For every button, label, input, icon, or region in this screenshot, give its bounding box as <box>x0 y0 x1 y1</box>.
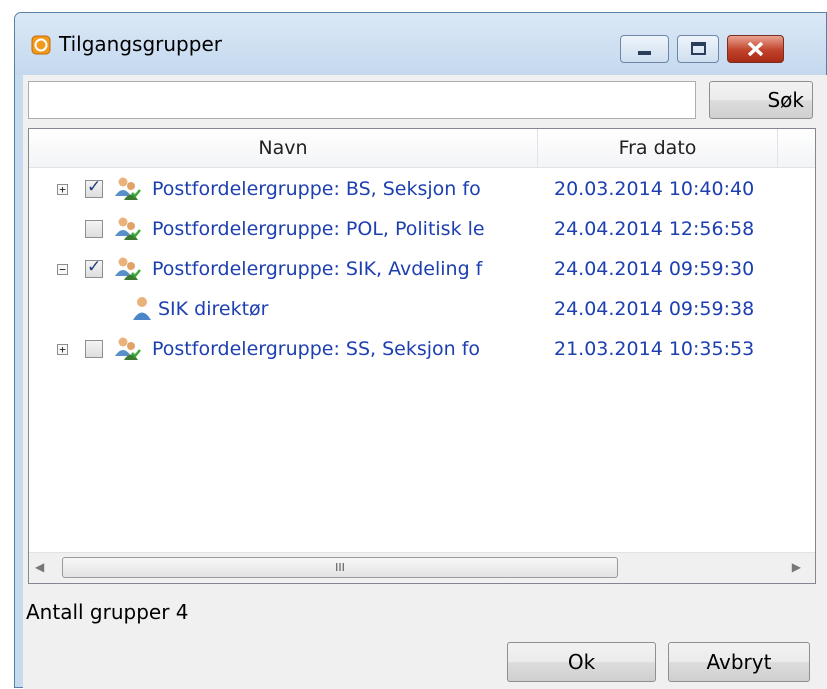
list-header: Navn Fra dato <box>29 129 815 168</box>
collapse-icon[interactable]: − <box>57 264 68 275</box>
tree-row[interactable]: Postfordelergruppe: POL, Politisk le 24.… <box>29 211 815 251</box>
row-date: 24.04.2014 12:56:58 <box>554 218 755 240</box>
dialog-content: Søk Navn Fra dato + ✓ Postfordelergruppe… <box>23 75 827 689</box>
row-checkbox[interactable] <box>85 340 103 358</box>
group-icon <box>115 337 141 360</box>
cancel-button[interactable]: Avbryt <box>668 642 810 682</box>
row-name: Postfordelergruppe: BS, Seksjon fo <box>152 178 481 200</box>
group-icon <box>115 257 141 280</box>
checkmark-icon: ✓ <box>87 257 102 277</box>
tree-row[interactable]: SIK direktør 24.04.2014 09:59:38 <box>29 291 815 331</box>
scroll-left-icon[interactable]: ◀ <box>35 560 44 574</box>
row-date: 24.04.2014 09:59:30 <box>554 258 755 280</box>
row-checkbox[interactable] <box>85 220 103 238</box>
tree-row[interactable]: − ✓ Postfordelergruppe: SIK, Avdeling f … <box>29 251 815 291</box>
app-icon <box>31 35 51 55</box>
row-name: Postfordelergruppe: POL, Politisk le <box>152 218 485 240</box>
window-title: Tilgangsgrupper <box>59 32 222 56</box>
scrollbar-thumb[interactable]: III <box>62 557 618 578</box>
scroll-right-icon[interactable]: ▶ <box>792 560 801 574</box>
close-icon <box>747 41 764 57</box>
minimize-button[interactable] <box>620 35 669 63</box>
column-header-date[interactable]: Fra dato <box>538 129 778 167</box>
row-checkbox[interactable]: ✓ <box>85 177 103 198</box>
checkmark-icon: ✓ <box>87 177 102 197</box>
title-bar: Tilgangsgrupper <box>15 13 826 75</box>
search-button[interactable]: Søk <box>709 81 813 119</box>
ok-button[interactable]: Ok <box>507 642 656 682</box>
horizontal-scrollbar[interactable]: ◀ III ▶ <box>29 552 815 583</box>
tree-row[interactable]: + ✓ Postfordelergruppe: BS, Seksjon fo 2… <box>29 171 815 211</box>
row-checkbox[interactable]: ✓ <box>85 257 103 278</box>
expand-icon[interactable]: + <box>57 184 68 195</box>
group-icon <box>115 177 141 200</box>
dialog-window: Tilgangsgrupper Søk Navn Fra dato + ✓ Po… <box>14 12 827 689</box>
group-tree-list[interactable]: Navn Fra dato + ✓ Postfordelergruppe: BS… <box>28 128 816 584</box>
row-name: SIK direktør <box>158 298 269 320</box>
column-header-name[interactable]: Navn <box>29 129 538 167</box>
group-count: Antall grupper 4 <box>26 600 189 624</box>
user-icon <box>133 297 151 320</box>
minimize-icon <box>638 51 651 55</box>
expand-icon[interactable]: + <box>57 344 68 355</box>
row-name: Postfordelergruppe: SIK, Avdeling f <box>152 258 483 280</box>
maximize-icon <box>691 42 706 55</box>
row-date: 20.03.2014 10:40:40 <box>554 178 755 200</box>
row-date: 21.03.2014 10:35:53 <box>554 338 755 360</box>
tree-row[interactable]: + Postfordelergruppe: SS, Seksjon fo 21.… <box>29 331 815 371</box>
maximize-button[interactable] <box>677 35 719 63</box>
group-icon <box>115 217 141 240</box>
row-date: 24.04.2014 09:59:38 <box>554 298 755 320</box>
row-name: Postfordelergruppe: SS, Seksjon fo <box>152 338 481 360</box>
close-button[interactable] <box>727 35 784 63</box>
search-input[interactable] <box>28 81 696 119</box>
